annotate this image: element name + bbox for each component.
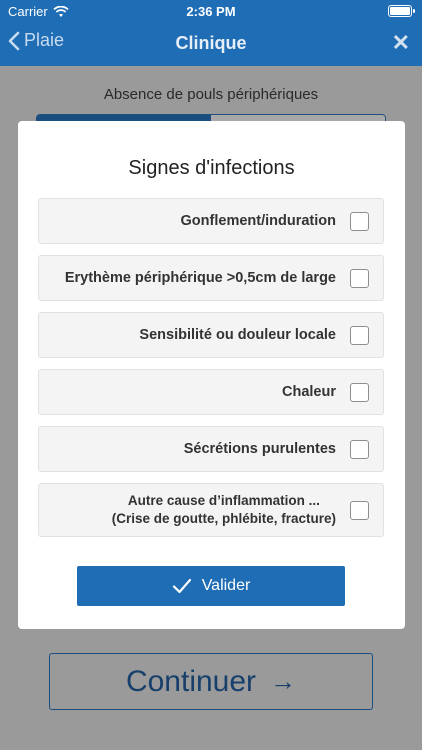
option-gonflement[interactable]: Gonflement/induration (38, 198, 384, 244)
option-chaleur[interactable]: Chaleur (38, 369, 384, 415)
infection-signs-dialog: Signes d'infections Gonflement/induratio… (18, 121, 405, 629)
option-erytheme[interactable]: Erythème périphérique >0,5cm de large (38, 255, 384, 301)
option-sensibilite[interactable]: Sensibilité ou douleur locale (38, 312, 384, 358)
status-bar: Carrier 2:36 PM (0, 0, 422, 22)
checkbox[interactable] (350, 500, 369, 520)
close-icon: ✕ (391, 30, 410, 55)
close-button[interactable]: ✕ (392, 30, 410, 56)
status-time: 2:36 PM (186, 4, 236, 19)
checkbox[interactable] (350, 211, 369, 231)
validate-button[interactable]: Valider (77, 566, 345, 606)
dialog-title: Signes d'infections (128, 157, 295, 179)
option-label: Erythème périphérique >0,5cm de large (64, 270, 336, 286)
checkbox[interactable] (350, 325, 369, 345)
validate-label: Valider (201, 577, 251, 594)
checkbox[interactable] (350, 382, 369, 402)
navigation-bar: Plaie Clinique ✕ (0, 22, 422, 66)
page-title: Clinique (175, 33, 247, 53)
battery-icon (388, 5, 415, 17)
background-field-label: Absence de pouls périphériques (103, 86, 319, 103)
continue-label: Continuer (125, 664, 257, 698)
option-label: Sensibilité ou douleur locale (139, 327, 336, 343)
continue-button[interactable]: Continuer → (49, 653, 373, 710)
top-bar: Carrier 2:36 PM Plaie Clinique ✕ (0, 0, 422, 66)
checkmark-icon (172, 578, 191, 594)
option-label: Autre cause d’inflammation ... (Crise de… (112, 492, 336, 528)
checkbox[interactable] (350, 439, 369, 459)
option-label: Gonflement/induration (180, 213, 336, 229)
option-autre-cause[interactable]: Autre cause d’inflammation ... (Crise de… (38, 483, 384, 537)
option-label-line1: Autre cause d’inflammation ... (127, 493, 320, 508)
option-label-line2: (Crise de goutte, phlébite, fracture) (111, 511, 336, 526)
option-label: Sécrétions purulentes (183, 441, 336, 457)
option-label: Chaleur (282, 384, 336, 400)
option-secretions[interactable]: Sécrétions purulentes (38, 426, 384, 472)
checkbox[interactable] (350, 268, 369, 288)
arrow-right-icon: → (270, 666, 297, 696)
